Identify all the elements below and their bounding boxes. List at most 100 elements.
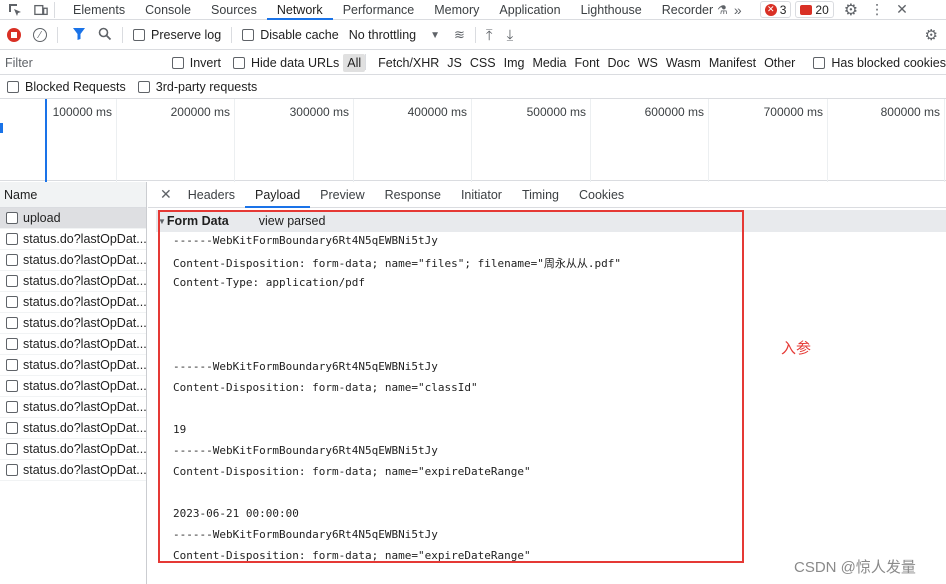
detail-tab-initiator[interactable]: Initiator	[451, 182, 512, 208]
request-row-checkbox[interactable]	[6, 401, 18, 413]
disable-cache-checkbox[interactable]	[242, 29, 255, 41]
filter-bar: Filter Invert Hide data URLs All Fetch/XH…	[0, 51, 946, 75]
filter-input[interactable]: Filter	[5, 56, 164, 70]
request-row[interactable]: status.do?lastOpDat...	[0, 418, 146, 439]
request-row-checkbox[interactable]	[6, 233, 18, 245]
tab-console[interactable]: Console	[135, 0, 201, 20]
type-filter-all[interactable]: All	[343, 53, 366, 72]
invert-checkbox[interactable]	[171, 56, 184, 69]
request-row[interactable]: upload	[0, 208, 146, 229]
stop-recording-icon[interactable]	[7, 28, 21, 42]
view-parsed-link[interactable]: view parsed	[259, 214, 326, 228]
detail-tab-preview[interactable]: Preview	[310, 182, 374, 208]
timeline-gridline	[827, 99, 828, 182]
invert-label: Invert	[189, 55, 221, 70]
request-name: status.do?lastOpDat...	[23, 421, 146, 435]
type-filter-css[interactable]: CSS	[466, 54, 500, 72]
request-name: status.do?lastOpDat...	[23, 295, 146, 309]
request-detail-pane: ✕ Headers Payload Preview Response Initiator…	[148, 182, 946, 584]
form-data-line: Content-Disposition: form-data; name="cl…	[173, 381, 478, 394]
export-har-icon[interactable]: ⤓	[507, 27, 514, 44]
tab-recorder[interactable]: Recorder	[652, 0, 717, 20]
wifi-conditions-icon[interactable]: ≋	[454, 27, 465, 43]
more-options-icon[interactable]: ⋮	[870, 1, 884, 18]
detail-tab-bar: ✕ Headers Payload Preview Response Initiator…	[148, 182, 946, 208]
type-filter-font[interactable]: Font	[570, 54, 603, 72]
type-filter-doc[interactable]: Doc	[604, 54, 634, 72]
detail-tab-timing[interactable]: Timing	[512, 182, 569, 208]
search-icon[interactable]	[98, 27, 112, 44]
import-har-icon[interactable]: ⤒	[486, 27, 493, 44]
request-row[interactable]: status.do?lastOpDat...	[0, 271, 146, 292]
type-filter-media[interactable]: Media	[528, 54, 570, 72]
tab-application[interactable]: Application	[489, 0, 570, 20]
type-filter-manifest[interactable]: Manifest	[705, 54, 760, 72]
type-filter-other[interactable]: Other	[760, 54, 799, 72]
request-row-checkbox[interactable]	[6, 464, 18, 476]
request-row-checkbox[interactable]	[6, 338, 18, 350]
request-row[interactable]: status.do?lastOpDat...	[0, 397, 146, 418]
filter-funnel-icon[interactable]	[72, 27, 86, 44]
close-devtools-icon[interactable]: ✕	[896, 1, 908, 18]
preserve-log-checkbox[interactable]	[133, 29, 145, 41]
error-badge[interactable]: ✕ 3	[759, 1, 792, 18]
type-filter-wasm[interactable]: Wasm	[662, 54, 705, 72]
network-toolbar: ⁄ Preserve log Disable cache No throttli…	[0, 21, 946, 50]
inspect-element-icon[interactable]	[8, 3, 22, 17]
tab-sources[interactable]: Sources	[201, 0, 267, 20]
request-row-checkbox[interactable]	[6, 275, 18, 287]
tab-elements[interactable]: Elements	[63, 0, 135, 20]
detail-tab-cookies[interactable]: Cookies	[569, 182, 634, 208]
tab-memory[interactable]: Memory	[424, 0, 489, 20]
form-data-line: 19	[173, 423, 187, 436]
request-row[interactable]: status.do?lastOpDat...	[0, 292, 146, 313]
request-row-checkbox[interactable]	[6, 422, 18, 434]
more-tabs-icon[interactable]: »	[734, 2, 742, 18]
request-row-checkbox[interactable]	[6, 443, 18, 455]
has-blocked-cookies-checkbox[interactable]	[813, 56, 826, 69]
network-overview-timeline[interactable]: 100000 ms 200000 ms 300000 ms 400000 ms 5000…	[0, 98, 946, 182]
type-filter-fetch-xhr[interactable]: Fetch/XHR	[374, 54, 443, 72]
hide-data-urls-checkbox[interactable]	[233, 56, 245, 69]
request-row-checkbox[interactable]	[6, 380, 18, 392]
tab-performance[interactable]: Performance	[333, 0, 425, 20]
request-row[interactable]: status.do?lastOpDat...	[0, 439, 146, 460]
request-row[interactable]: status.do?lastOpDat...	[0, 355, 146, 376]
settings-gear-icon[interactable]: ⚙	[844, 0, 858, 20]
detail-tab-response[interactable]: Response	[375, 182, 451, 208]
timeline-label: 300000 ms	[289, 105, 349, 119]
request-row[interactable]: status.do?lastOpDat...	[0, 334, 146, 355]
blocked-requests-label: Blocked Requests	[25, 80, 126, 94]
tab-lighthouse[interactable]: Lighthouse	[571, 0, 652, 20]
warning-count: 20	[815, 2, 829, 17]
request-row[interactable]: status.do?lastOpDat...	[0, 250, 146, 271]
request-name: status.do?lastOpDat...	[23, 463, 146, 477]
form-data-line: Content-Disposition: form-data; name="fi…	[173, 257, 621, 270]
device-toolbar-icon[interactable]	[34, 3, 48, 17]
warning-badge[interactable]: 20	[795, 1, 834, 18]
network-settings-icon[interactable]: ⚙	[925, 26, 938, 44]
detail-tab-headers[interactable]: Headers	[178, 182, 245, 208]
type-filter-img[interactable]: Img	[500, 54, 529, 72]
detail-tab-payload[interactable]: Payload	[244, 182, 311, 208]
blocked-requests-checkbox[interactable]	[7, 81, 19, 93]
request-row-checkbox[interactable]	[6, 296, 18, 308]
request-row[interactable]: status.do?lastOpDat...	[0, 229, 146, 250]
type-filter-js[interactable]: JS	[443, 54, 466, 72]
request-row-checkbox[interactable]	[6, 212, 18, 224]
form-data-header[interactable]: ▼ Form Data view parsed	[156, 210, 946, 232]
clear-icon[interactable]: ⁄	[33, 28, 47, 42]
request-row[interactable]: status.do?lastOpDat...	[0, 460, 146, 481]
request-row[interactable]: status.do?lastOpDat...	[0, 376, 146, 397]
throttling-select[interactable]: No throttling	[349, 28, 416, 42]
name-column-header[interactable]: Name	[0, 182, 146, 208]
chevron-down-icon[interactable]: ▼	[430, 30, 440, 41]
type-filter-ws[interactable]: WS	[634, 54, 662, 72]
request-row[interactable]: status.do?lastOpDat...	[0, 313, 146, 334]
request-row-checkbox[interactable]	[6, 317, 18, 329]
request-row-checkbox[interactable]	[6, 254, 18, 266]
close-detail-icon[interactable]: ✕	[160, 186, 172, 203]
third-party-checkbox[interactable]	[137, 81, 150, 93]
request-row-checkbox[interactable]	[6, 359, 18, 371]
tab-network[interactable]: Network	[266, 0, 333, 20]
